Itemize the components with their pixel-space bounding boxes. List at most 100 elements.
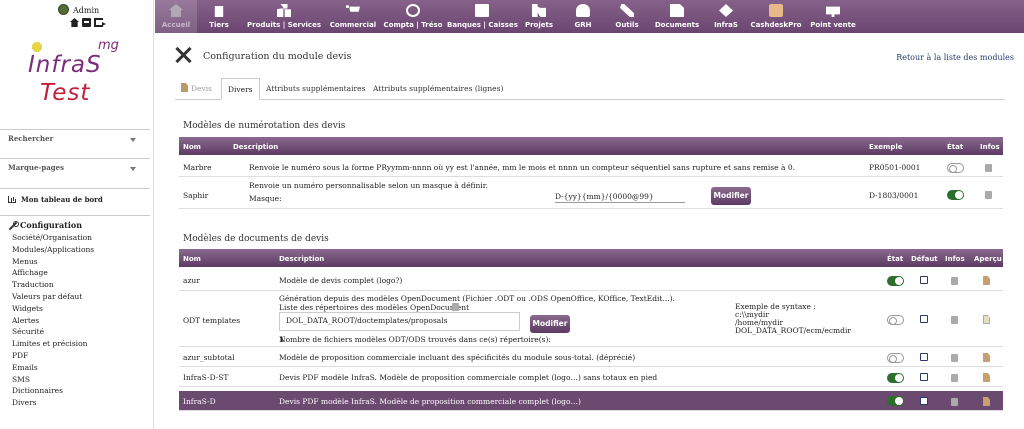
- logout-icon[interactable]: [94, 18, 106, 27]
- nav-item-9[interactable]: Documents: [649, 0, 705, 33]
- tab-divers[interactable]: Divers: [221, 78, 260, 100]
- config-item[interactable]: PDF: [0, 350, 150, 362]
- toggle-on-icon[interactable]: [887, 373, 904, 383]
- nav-item-label: Projets: [524, 21, 554, 29]
- home-icon[interactable]: [70, 18, 79, 27]
- model-name: azur: [183, 276, 200, 285]
- preview-pdf-icon[interactable]: [983, 397, 990, 406]
- toggle-on-icon[interactable]: [887, 396, 904, 406]
- modify-mask-button[interactable]: Modifier: [711, 187, 751, 205]
- user-avatar[interactable]: [58, 4, 69, 15]
- nav-item-10[interactable]: InfraS: [705, 0, 747, 33]
- info-icon[interactable]: [985, 164, 992, 172]
- config-item[interactable]: Traduction: [0, 279, 150, 291]
- config-item[interactable]: Dictionnaires: [0, 385, 150, 397]
- config-item[interactable]: Modules/Applications: [0, 244, 150, 256]
- docmodels-section-title: Modèles de documents de devis: [183, 234, 329, 244]
- col-info: Infos: [945, 255, 965, 263]
- tab-devis[interactable]: Devis: [175, 78, 218, 100]
- default-checkbox[interactable]: [920, 276, 928, 284]
- nav-item-1[interactable]: Tiers: [197, 0, 241, 33]
- model-name: azur_subtotal: [183, 353, 235, 362]
- nav-item-6[interactable]: Projets: [517, 0, 561, 33]
- dashboard-label: Mon tableau de bord: [21, 195, 103, 204]
- preview-pdf-icon[interactable]: [983, 373, 990, 382]
- info-icon[interactable]: [951, 374, 958, 382]
- config-item[interactable]: Société/Organisation: [0, 232, 150, 244]
- odt-dirs-label: Liste des répertoires des modèles OpenDo…: [279, 303, 470, 312]
- company-logo[interactable]: mg InfraS Test: [22, 38, 132, 110]
- print-icon[interactable]: [82, 18, 91, 27]
- bookmarks-label: Marque-pages: [8, 163, 65, 172]
- left-sidebar: Admin mg InfraS Test Rechercher Marque-p…: [0, 0, 154, 429]
- info-icon[interactable]: [951, 316, 958, 324]
- config-item[interactable]: Limites et précision: [0, 338, 150, 350]
- nav-item-5[interactable]: Banques | Caisses: [447, 0, 518, 33]
- config-item[interactable]: Menus: [0, 256, 150, 268]
- config-menu: Configuration Société/Organisation Module…: [0, 215, 150, 409]
- model-example: PR0501-0001: [869, 163, 921, 172]
- nav-item-label: Documents: [654, 21, 700, 29]
- project-icon: [532, 4, 546, 17]
- nav-item-8[interactable]: Outils: [605, 0, 649, 33]
- nav-item-11[interactable]: CashdeskPro: [747, 0, 805, 33]
- cart-icon: [346, 5, 360, 12]
- col-default: Défaut: [911, 255, 938, 263]
- nav-item-12[interactable]: Point vente: [805, 0, 861, 33]
- infras-icon: [719, 4, 733, 17]
- page-title: Configuration du module devis: [203, 51, 352, 62]
- config-item[interactable]: Divers: [0, 397, 150, 409]
- info-icon[interactable]: [951, 354, 958, 362]
- dashboard-link[interactable]: Mon tableau de bord: [0, 188, 150, 208]
- back-to-modules-link[interactable]: Retour à la liste des modules: [896, 53, 1014, 62]
- config-item[interactable]: Sécurité: [0, 326, 150, 338]
- user-name[interactable]: Admin: [73, 6, 99, 15]
- info-icon[interactable]: [452, 303, 459, 311]
- default-checkbox[interactable]: [920, 397, 928, 405]
- toggle-off-icon[interactable]: [887, 315, 904, 325]
- info-icon[interactable]: [951, 398, 958, 406]
- col-state: État: [947, 143, 964, 151]
- nav-item-0[interactable]: Accueil: [155, 0, 197, 33]
- toggle-on-icon[interactable]: [887, 276, 904, 286]
- chevron-down-icon[interactable]: [130, 138, 136, 142]
- col-preview: Aperçu: [974, 255, 1002, 263]
- nav-item-label: Produits | Services: [247, 21, 321, 29]
- config-item[interactable]: Emails: [0, 362, 150, 374]
- config-item[interactable]: Affichage: [0, 267, 150, 279]
- config-item[interactable]: Widgets: [0, 303, 150, 315]
- config-item[interactable]: Alertes: [0, 315, 150, 327]
- preview-doc-icon[interactable]: [983, 315, 990, 324]
- odt-dir-textarea[interactable]: DOL_DATA_ROOT/doctemplates/proposals: [279, 312, 520, 331]
- nav-item-4[interactable]: Compta | Tréso: [379, 0, 447, 33]
- search-section[interactable]: Rechercher: [0, 129, 150, 149]
- mask-input[interactable]: [555, 191, 685, 203]
- toggle-off-icon[interactable]: [947, 163, 964, 173]
- model-description: Modèle de proposition commerciale inclua…: [279, 353, 636, 362]
- info-icon[interactable]: [951, 277, 958, 285]
- nav-item-2[interactable]: Produits | Services: [241, 0, 327, 33]
- syntax-line: DOL_DATA_ROOT/ecm/ecmdir: [735, 326, 851, 335]
- config-items: Société/Organisation Modules/Applications…: [0, 232, 150, 409]
- default-checkbox[interactable]: [920, 373, 928, 381]
- default-checkbox[interactable]: [920, 315, 928, 323]
- chevron-down-icon[interactable]: [130, 167, 136, 171]
- preview-pdf-icon[interactable]: [983, 353, 990, 362]
- toggle-on-icon[interactable]: [947, 190, 964, 200]
- config-item[interactable]: Valeurs par défaut: [0, 291, 150, 303]
- config-item[interactable]: SMS: [0, 374, 150, 386]
- bookmarks-section[interactable]: Marque-pages: [0, 158, 150, 178]
- modify-odt-button[interactable]: Modifier: [530, 315, 570, 333]
- toggle-off-icon[interactable]: [887, 353, 904, 363]
- preview-pdf-icon[interactable]: [983, 276, 990, 285]
- table-row: Saphir Renvoie un numéro personnalisable…: [179, 177, 1003, 209]
- info-icon[interactable]: [985, 191, 992, 199]
- config-title[interactable]: Configuration: [0, 220, 150, 232]
- nav-item-3[interactable]: Commercial: [327, 0, 379, 33]
- table-row: Marbre Renvoie le numéro sous la forme P…: [179, 155, 1003, 177]
- nav-item-7[interactable]: GRH: [561, 0, 605, 33]
- tab-extrafields[interactable]: Attributs supplémentaires: [260, 78, 371, 100]
- col-info: Infos: [980, 143, 1000, 151]
- default-checkbox[interactable]: [920, 353, 928, 361]
- tab-extrafields-lines[interactable]: Attributs supplémentaires (lignes): [367, 78, 509, 100]
